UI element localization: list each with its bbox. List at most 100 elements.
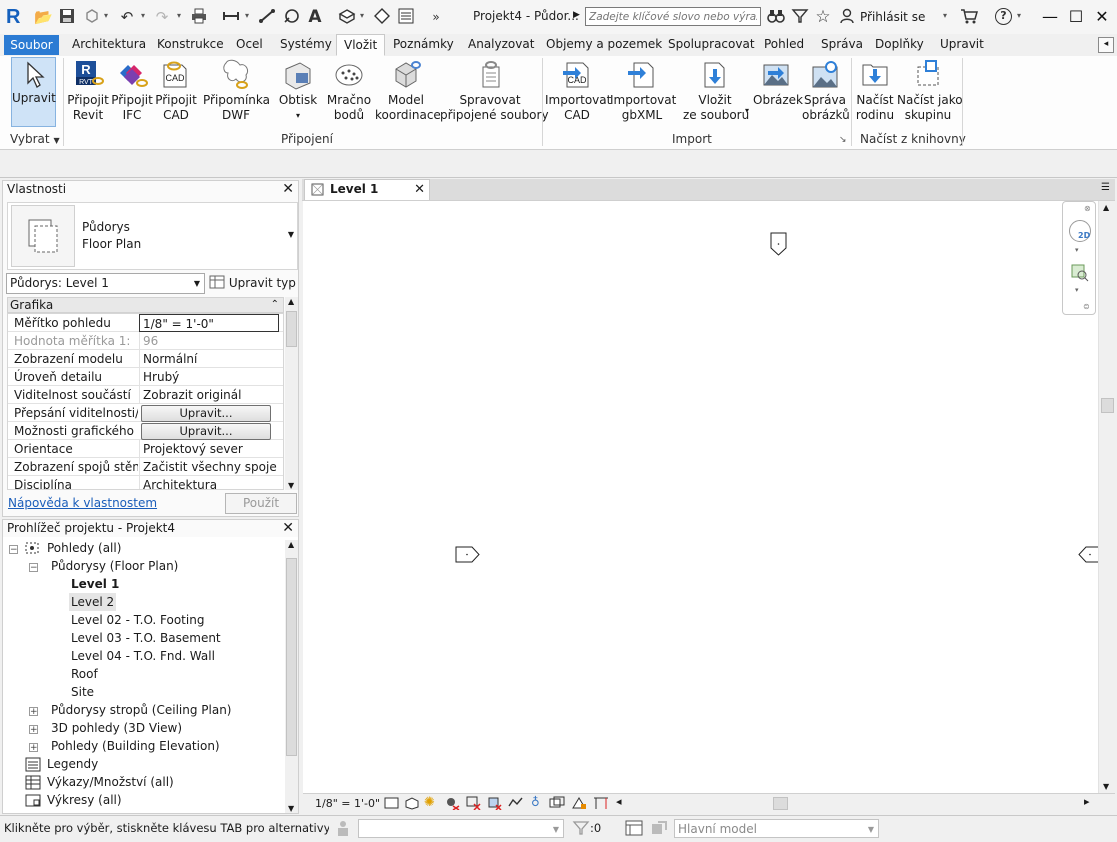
crop-view-icon[interactable] [466, 796, 481, 813]
tree-elevations[interactable]: Pohledy (Building Elevation) [51, 737, 220, 755]
expand-box-icon[interactable]: + [29, 725, 38, 735]
expand-box-icon[interactable]: + [29, 743, 38, 753]
tab-massing-site[interactable]: Objemy a pozemek [546, 34, 662, 56]
unlocked-3d-icon[interactable] [508, 796, 523, 813]
app-logo[interactable]: R [6, 5, 20, 29]
load-as-group-button[interactable]: Načíst jako skupinu [897, 56, 963, 123]
view-scale-input[interactable]: 1/8" = 1'-0" [139, 314, 279, 332]
undo-dropdown-icon[interactable]: ▾ [141, 11, 145, 20]
collapse-box-icon[interactable]: − [9, 545, 18, 555]
reveal-hidden-icon[interactable] [549, 796, 565, 813]
prop-value[interactable]: Hrubý [139, 368, 279, 386]
apply-button[interactable]: Použít [225, 493, 297, 514]
print-icon[interactable] [190, 8, 208, 26]
view-scroll-thumb[interactable] [1101, 398, 1114, 413]
link-cad-button[interactable]: CAD Připojit CAD [155, 56, 197, 123]
tree-sheets[interactable]: Výkresy (all) [47, 791, 122, 809]
tree-3d-views[interactable]: 3D pohledy (3D View) [51, 719, 182, 737]
view-horizontal-scrollbar[interactable] [627, 797, 1085, 810]
link-revit-button[interactable]: R RVT Připojit Revit [66, 56, 110, 123]
prop-row-discipline[interactable]: Disciplína Architektura [8, 476, 283, 489]
section-icon[interactable] [373, 8, 391, 26]
browser-close-icon[interactable]: ✕ [282, 520, 294, 537]
prop-value[interactable]: Projektový sever [139, 440, 279, 458]
north-elevation-marker-icon[interactable] [770, 232, 787, 259]
measure-icon[interactable] [222, 8, 240, 26]
import-cad-button[interactable]: CAD Importovat CAD [545, 56, 611, 123]
design-options-icon[interactable] [625, 820, 643, 839]
manage-images-button[interactable]: Správa obrázků [802, 56, 850, 123]
import-gbxml-button[interactable]: Importovat gbXML [610, 56, 676, 123]
detail-level-icon[interactable] [384, 796, 399, 813]
edit-type-button[interactable]: Upravit typ [209, 273, 296, 294]
tab-modify[interactable]: Upravit [940, 34, 984, 56]
prop-row-visibility-overrides[interactable]: Přepsání viditelnosti/... Upravit... [8, 404, 283, 422]
tab-architecture[interactable]: Architektura [72, 34, 146, 56]
signin-dropdown-icon[interactable]: ▾ [943, 11, 947, 20]
load-family-button[interactable]: Načíst rodinu [854, 56, 896, 123]
scroll-up-icon[interactable]: ▲ [288, 297, 294, 306]
coordination-model-button[interactable]: Model koordinace [375, 56, 441, 123]
tab-steel[interactable]: Ocel [236, 34, 263, 56]
sun-path-icon[interactable]: ✺ [424, 795, 435, 810]
tree-roof[interactable]: Roof [71, 665, 98, 683]
close-icon[interactable]: ✕ [1090, 6, 1114, 28]
prop-value[interactable]: Začistit všechny spoje ... [139, 458, 279, 476]
signin-label[interactable]: Přihlásit se [860, 10, 925, 24]
navbar-close-icon[interactable]: ⊗ [1084, 204, 1091, 213]
tab-collaborate[interactable]: Spolupracovat [668, 34, 755, 56]
temporary-hide-icon[interactable]: ♁ [531, 795, 540, 809]
help-dropdown-icon[interactable]: ▾ [1017, 11, 1021, 20]
3d-view-dropdown-icon[interactable]: ▾ [360, 11, 364, 20]
decal-dropdown-icon[interactable]: ▾ [278, 108, 318, 123]
tree-level-04[interactable]: Level 04 - T.O. Fnd. Wall [71, 647, 215, 665]
expand-box-icon[interactable]: + [29, 707, 38, 717]
properties-help-link[interactable]: Nápověda k vlastnostem [8, 496, 157, 510]
measure-dropdown-icon[interactable]: ▾ [245, 11, 249, 20]
scroll-up-icon[interactable]: ▲ [1103, 203, 1109, 212]
properties-scrollbar[interactable]: ▲ ▼ [285, 297, 298, 490]
decal-button[interactable]: Obtisk ▾ [278, 56, 318, 123]
prop-value[interactable]: Normální [139, 350, 279, 368]
tab-view[interactable]: Pohled [764, 34, 804, 56]
scroll-up-icon[interactable]: ▲ [288, 540, 294, 549]
modify-select-button[interactable]: Upravit [11, 57, 56, 127]
view-vertical-scrollbar[interactable]: ▲ ▼ [1098, 201, 1116, 793]
scroll-down-icon[interactable]: ▼ [1103, 782, 1109, 791]
import-settings-launcher-icon[interactable]: ↘ [839, 135, 847, 145]
steering-wheel-icon[interactable]: 2D [1069, 220, 1091, 242]
view-scale-control[interactable]: 1/8" = 1'-0" [315, 797, 380, 810]
tree-level-03[interactable]: Level 03 - T.O. Basement [71, 629, 221, 647]
visual-style-icon[interactable] [404, 796, 419, 813]
temporary-view-properties-icon[interactable] [571, 796, 587, 813]
type-selector[interactable]: Půdorys Floor Plan ▼ [7, 202, 298, 270]
ribbon-minimize-icon[interactable]: ◂ [1098, 37, 1114, 53]
properties-scroll-thumb[interactable] [286, 311, 297, 347]
type-selector-dropdown-icon[interactable]: ▼ [288, 230, 294, 239]
search-input[interactable] [585, 7, 761, 26]
graphic-options-edit-button[interactable]: Upravit... [141, 423, 271, 440]
image-button[interactable]: Obrázek [753, 56, 803, 108]
graphics-section-header[interactable]: Grafika ⌃ [7, 297, 284, 313]
tree-legends[interactable]: Legendy [47, 755, 98, 773]
undo-icon[interactable]: ↶ [118, 8, 136, 26]
favorites-star-icon[interactable]: ☆ [814, 8, 832, 26]
redo-icon[interactable]: ↷ [153, 8, 171, 26]
view-tab-level-1[interactable]: Level 1 ✕ [304, 179, 430, 200]
tree-site[interactable]: Site [71, 683, 94, 701]
collapse-icon[interactable]: ⌃ [271, 298, 279, 312]
tree-level-1[interactable]: Level 1 [71, 575, 119, 593]
cart-icon[interactable] [960, 8, 978, 26]
select-group-label[interactable]: Vybrat ▼ [10, 132, 60, 146]
browser-scrollbar[interactable]: ▲ ▼ [285, 540, 298, 813]
user-icon[interactable] [838, 8, 856, 26]
collapse-box-icon[interactable]: − [29, 563, 38, 573]
maximize-icon[interactable]: ☐ [1064, 6, 1088, 28]
qat-more-icon[interactable]: » [427, 8, 445, 26]
select-group-dropdown-icon[interactable]: ▼ [53, 136, 59, 145]
open-icon[interactable]: 📂 [34, 8, 53, 26]
workset-select[interactable]: ▼ [358, 819, 564, 838]
prop-row-detail-level[interactable]: Úroveň detailu Hrubý [8, 368, 283, 386]
link-ifc-button[interactable]: Připojit IFC [111, 56, 153, 123]
aligned-dimension-icon[interactable] [258, 8, 276, 26]
